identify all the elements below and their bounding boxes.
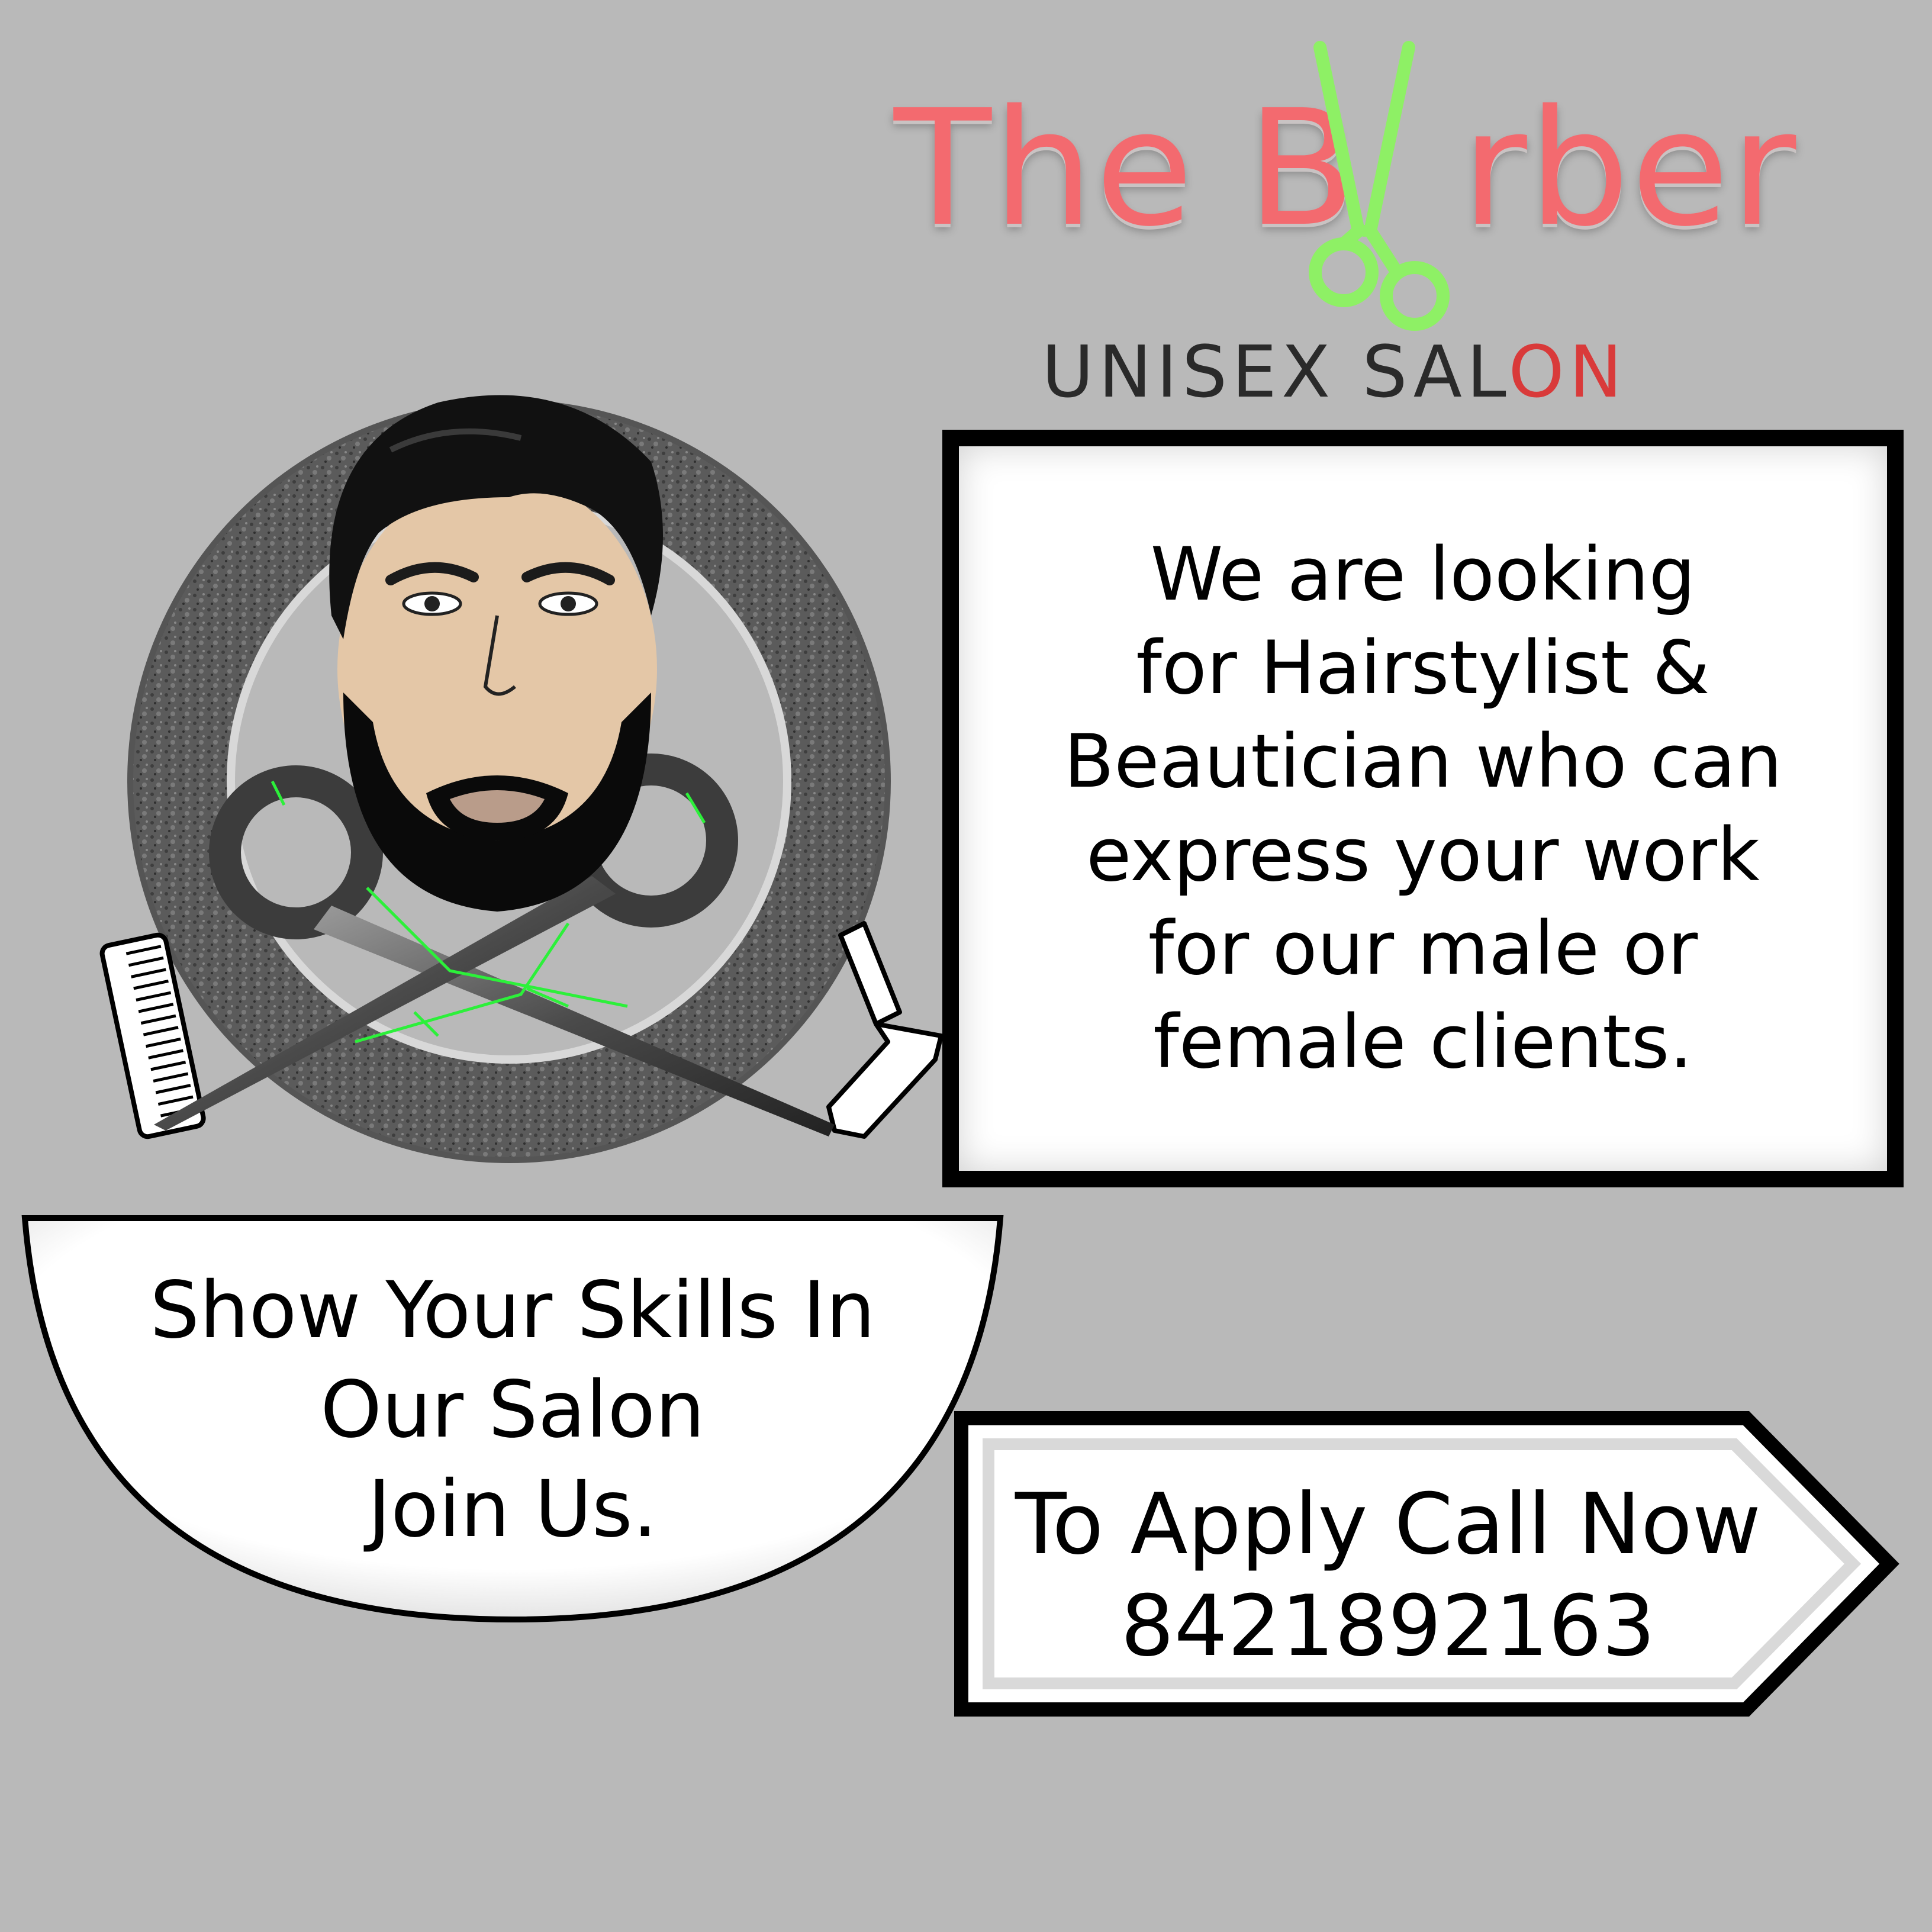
brand-subtitle: UNISEX SALON [1042, 337, 1627, 408]
barber-emblem [99, 395, 944, 1163]
skills-line: Our Salon [320, 1364, 705, 1456]
message-box: We are looking for Hairstylist & Beautic… [942, 430, 1904, 1187]
message-line: express your work [1086, 813, 1760, 898]
brand-scissors-icon [1309, 41, 1450, 331]
skills-line: Show Your Skills In [150, 1265, 875, 1356]
brand-subtitle-main: UNISEX SAL [1042, 331, 1509, 414]
message-line: We are looking [1150, 532, 1696, 617]
brand-subtitle-accent: ON [1508, 331, 1627, 414]
barber-face-icon [329, 395, 663, 912]
skills-line: Join Us. [368, 1464, 658, 1555]
message-text: We are looking for Hairstylist & Beautic… [979, 528, 1867, 1089]
message-line: Beautician who can [1064, 719, 1782, 804]
message-line: for our male or [1148, 906, 1698, 991]
call-text: To Apply Call Now 8421892163 [971, 1474, 1805, 1677]
skills-text: Show Your Skills In Our Salon Join Us. [21, 1261, 1004, 1559]
message-line: for Hairstylist & [1136, 626, 1710, 711]
poster: The B rber UNISEX SALON We are looking f… [0, 0, 1932, 1932]
phone-number[interactable]: 8421892163 [971, 1576, 1805, 1677]
message-line: female clients. [1153, 1000, 1693, 1085]
call-label: To Apply Call Now [1015, 1476, 1762, 1573]
